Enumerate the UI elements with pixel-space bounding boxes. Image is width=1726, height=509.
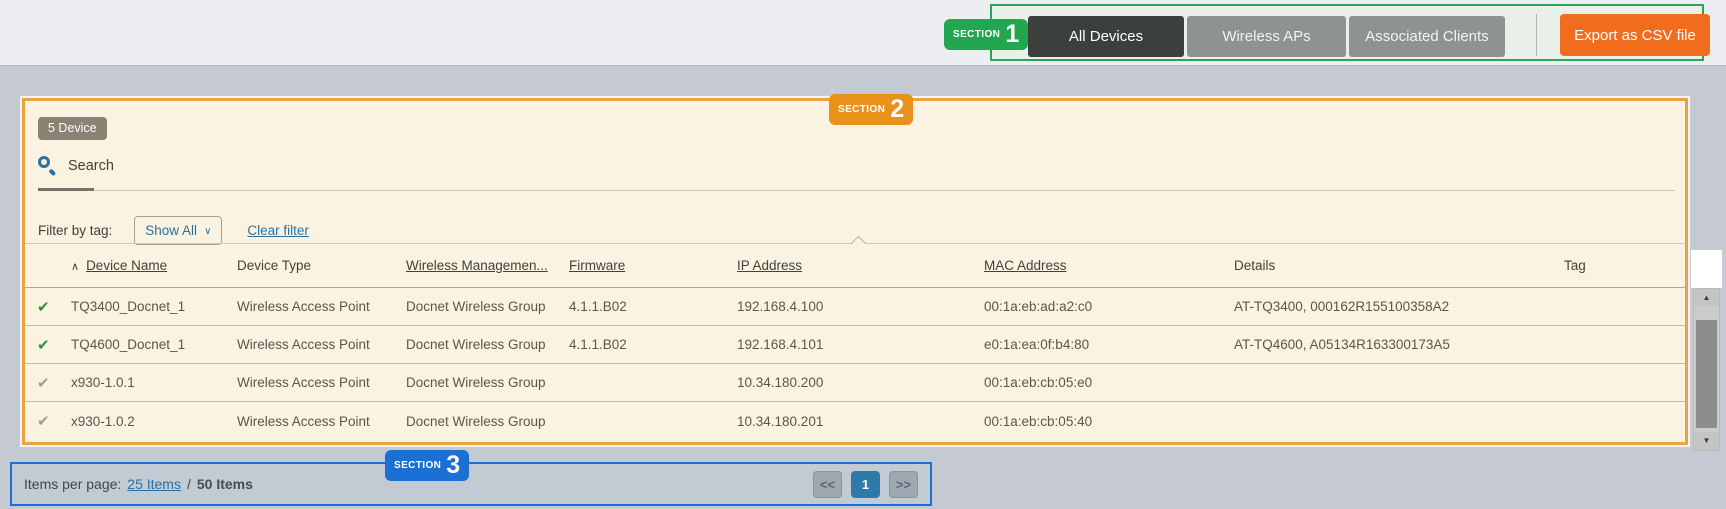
scroll-down-button[interactable]: ▼ [1694,432,1719,450]
cell-mac-address: e0:1a:ea:0f:b4:80 [984,337,1234,352]
toolbar-divider [1536,14,1537,56]
tab-associated-clients[interactable]: Associated Clients [1349,16,1505,57]
table-row[interactable]: ✔ TQ4600_Docnet_1 Wireless Access Point … [25,326,1685,364]
annotation-label: SECTION [394,460,441,471]
scrollbar-gutter [1691,250,1722,288]
status-check-icon: ✔ [37,298,71,316]
table-header-row: ∧Device Name Device Type Wireless Manage… [25,243,1685,288]
column-details: Details [1234,258,1564,273]
column-mac-address[interactable]: MAC Address [984,258,1234,273]
scrollbar-thumb[interactable] [1696,320,1717,428]
tag-filter-row: Filter by tag: Show All ∨ Clear filter [38,215,309,245]
cell-device-name: x930-1.0.2 [71,414,237,429]
cell-mac-address: 00:1a:eb:cb:05:e0 [984,375,1234,390]
cell-wireless-group: Docnet Wireless Group [406,414,569,429]
column-device-name[interactable]: ∧Device Name [71,258,237,273]
cell-mac-address: 00:1a:eb:cb:05:40 [984,414,1234,429]
items-per-page-label: Items per page: [24,476,121,492]
annotation-number: 2 [890,97,904,122]
page-controls: << 1 >> [813,471,918,498]
column-tag: Tag [1564,258,1685,273]
search-input[interactable] [68,158,388,174]
column-ip-address[interactable]: IP Address [737,258,984,273]
cell-device-type: Wireless Access Point [237,299,406,314]
cell-wireless-group: Docnet Wireless Group [406,375,569,390]
cell-firmware: 4.1.1.B02 [569,299,737,314]
annotation-label: SECTION [953,29,1000,40]
cell-device-name: TQ3400_Docnet_1 [71,299,237,314]
annotation-number: 3 [446,453,460,478]
clear-filter-link[interactable]: Clear filter [247,223,309,238]
table-row[interactable]: ✔ x930-1.0.2 Wireless Access Point Docne… [25,402,1685,440]
search-underline [38,190,1675,191]
current-page-button[interactable]: 1 [851,471,880,498]
annotation-section-3-badge: SECTION 3 [385,450,469,481]
cell-device-type: Wireless Access Point [237,375,406,390]
search-bar [38,156,388,175]
cell-device-name: x930-1.0.1 [71,375,237,390]
annotation-number: 1 [1005,22,1019,47]
pagination-separator: / [187,476,191,492]
column-wireless-management[interactable]: Wireless Managemen... [406,258,569,273]
annotation-label: SECTION [838,104,885,115]
next-page-button[interactable]: >> [889,471,918,498]
cell-details: AT-TQ3400, 000162R155100358A2 [1234,299,1564,314]
search-icon [38,156,57,175]
annotation-section-2-badge: SECTION 2 [829,94,913,125]
tab-wireless-aps[interactable]: Wireless APs [1187,16,1346,57]
status-check-icon: ✔ [37,412,71,430]
table-row[interactable]: ✔ x930-1.0.1 Wireless Access Point Docne… [25,364,1685,402]
device-table-panel: 5 Device Filter by tag: Show All ∨ Clear… [22,98,1688,445]
pagination-bar: Items per page: 25 Items / 50 Items << 1… [10,462,932,506]
top-toolbar: All Devices Wireless APs Associated Clie… [0,0,1726,66]
tab-all-devices[interactable]: All Devices [1028,16,1184,57]
chevron-down-icon: ∨ [204,226,211,237]
table-scrollbar[interactable]: ▲ ▼ [1693,288,1720,451]
column-device-type: Device Type [237,258,406,273]
sort-asc-icon: ∧ [71,260,79,273]
filter-by-tag-label: Filter by tag: [38,223,112,238]
cell-wireless-group: Docnet Wireless Group [406,299,569,314]
page-size-link[interactable]: 25 Items [127,476,181,492]
cell-firmware: 4.1.1.B02 [569,337,737,352]
prev-page-button[interactable]: << [813,471,842,498]
cell-ip-address: 192.168.4.101 [737,337,984,352]
column-firmware[interactable]: Firmware [569,258,737,273]
scroll-up-button[interactable]: ▲ [1694,289,1719,307]
cell-device-type: Wireless Access Point [237,414,406,429]
device-count-badge: 5 Device [38,117,107,140]
cell-device-type: Wireless Access Point [237,337,406,352]
items-per-page-group: Items per page: 25 Items / 50 Items [24,476,253,492]
cell-details: AT-TQ4600, A05134R163300173A5 [1234,337,1564,352]
table-row[interactable]: ✔ TQ3400_Docnet_1 Wireless Access Point … [25,288,1685,326]
status-check-icon: ✔ [37,336,71,354]
device-view-tabs: All Devices Wireless APs Associated Clie… [1028,16,1505,57]
annotation-section1-box: All Devices Wireless APs Associated Clie… [990,4,1704,61]
status-check-icon: ✔ [37,374,71,392]
cell-ip-address: 10.34.180.200 [737,375,984,390]
export-csv-button[interactable]: Export as CSV file [1560,14,1710,56]
annotation-section-1-badge: SECTION 1 [944,19,1028,50]
cell-mac-address: 00:1a:eb:ad:a2:c0 [984,299,1234,314]
cell-device-name: TQ4600_Docnet_1 [71,337,237,352]
tag-filter-value: Show All [145,223,197,238]
cell-wireless-group: Docnet Wireless Group [406,337,569,352]
tag-filter-dropdown[interactable]: Show All ∨ [134,216,222,245]
cell-ip-address: 10.34.180.201 [737,414,984,429]
cell-ip-address: 192.168.4.100 [737,299,984,314]
total-items-label: 50 Items [197,476,253,492]
